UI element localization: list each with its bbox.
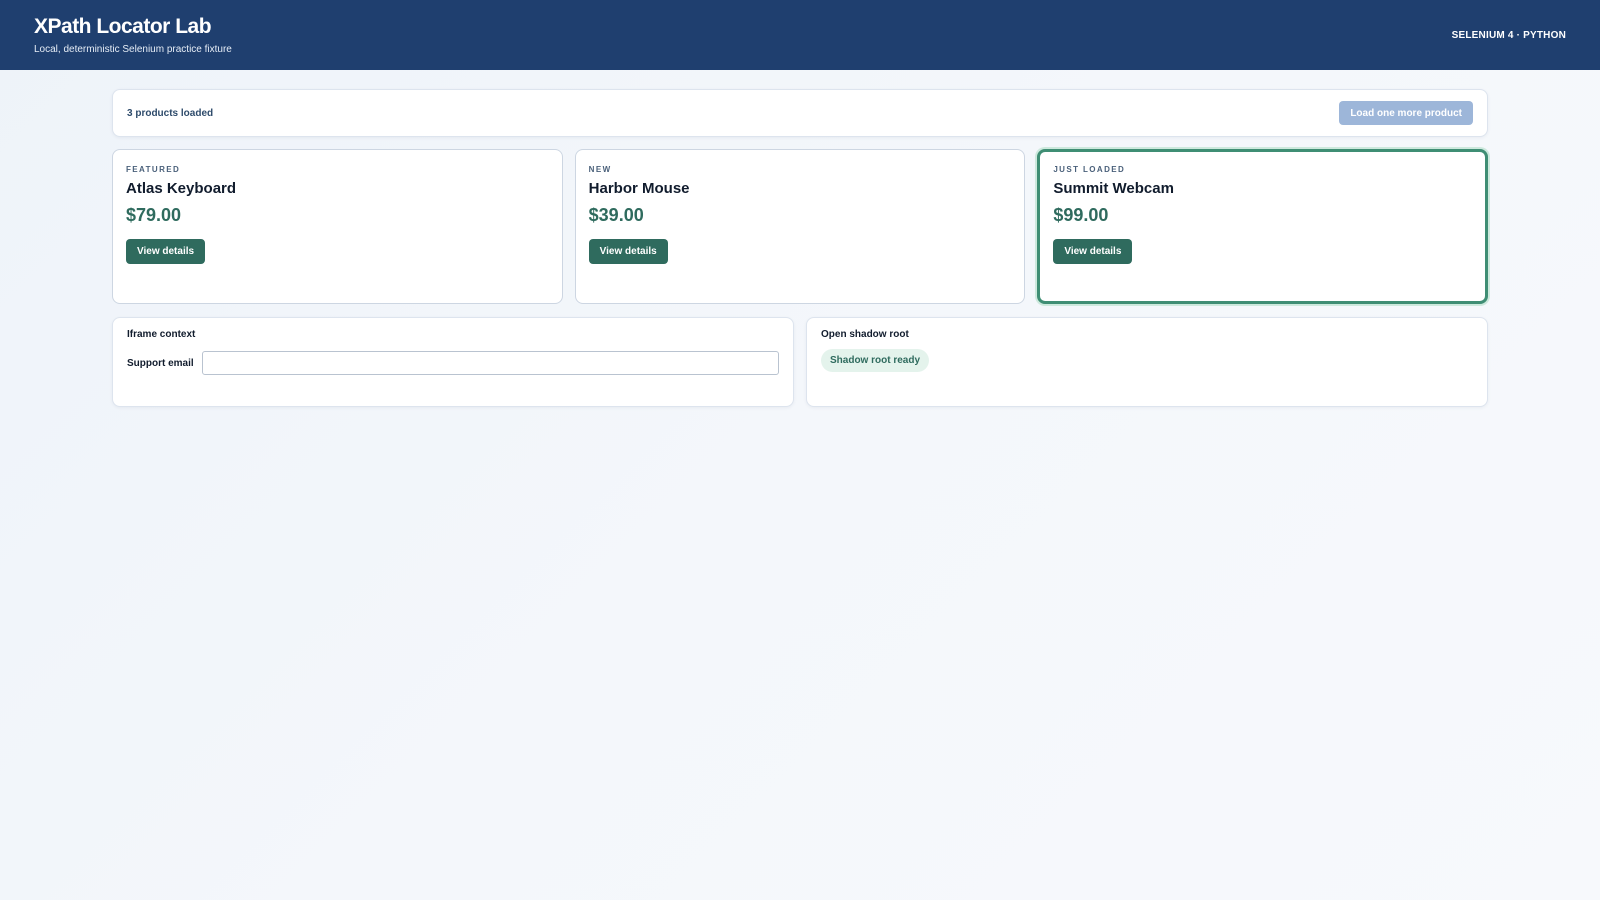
app-title: XPath Locator Lab <box>34 15 212 38</box>
product-tag: FEATURED <box>126 165 181 174</box>
load-more-product-button[interactable]: Load one more product <box>1339 101 1473 125</box>
context-panels: Iframe context Support email Open shadow… <box>112 317 1488 407</box>
brand: XPath Locator Lab Local, deterministic S… <box>34 15 232 55</box>
support-email-label: Support email <box>127 357 194 369</box>
product-card-summit-webcam: JUST LOADED Summit Webcam $99.00 View de… <box>1037 149 1488 304</box>
shadow-root-title: Open shadow root <box>821 329 909 340</box>
product-card-harbor-mouse: NEW Harbor Mouse $39.00 View details <box>574 149 1026 304</box>
top-bar: XPath Locator Lab Local, deterministic S… <box>0 0 1600 70</box>
product-price: $39.00 <box>588 205 644 225</box>
products-count-label: 3 products loaded <box>127 107 214 119</box>
product-name: Summit Webcam <box>1053 180 1174 197</box>
app-subtitle: Local, deterministic Selenium practice f… <box>34 44 232 55</box>
product-name: Harbor Mouse <box>588 180 690 197</box>
shadow-root-status-badge: Shadow root ready <box>821 349 930 372</box>
product-tag: JUST LOADED <box>1053 165 1126 174</box>
product-grid: FEATURED Atlas Keyboard $79.00 View deta… <box>112 149 1488 304</box>
iframe-context-title: Iframe context <box>127 329 196 340</box>
support-email-field[interactable] <box>201 351 779 375</box>
iframe-context-panel: Iframe context Support email <box>112 317 794 407</box>
product-tag: NEW <box>588 165 612 174</box>
shadow-root-panel: Open shadow root Shadow root ready <box>806 317 1488 407</box>
product-name: Atlas Keyboard <box>126 180 237 197</box>
support-email-row: Support email <box>127 351 779 375</box>
product-card-atlas-keyboard: FEATURED Atlas Keyboard $79.00 View deta… <box>112 149 563 304</box>
view-details-button[interactable]: View details <box>126 239 206 264</box>
product-price: $99.00 <box>1053 205 1109 225</box>
view-details-button[interactable]: View details <box>1053 239 1133 264</box>
main-content: 3 products loaded Load one more product … <box>112 89 1488 407</box>
product-price: $79.00 <box>126 205 182 225</box>
view-details-button[interactable]: View details <box>588 239 668 264</box>
environment-badge: SELENIUM 4 · PYTHON <box>1451 29 1566 41</box>
product-status-bar: 3 products loaded Load one more product <box>112 89 1488 137</box>
